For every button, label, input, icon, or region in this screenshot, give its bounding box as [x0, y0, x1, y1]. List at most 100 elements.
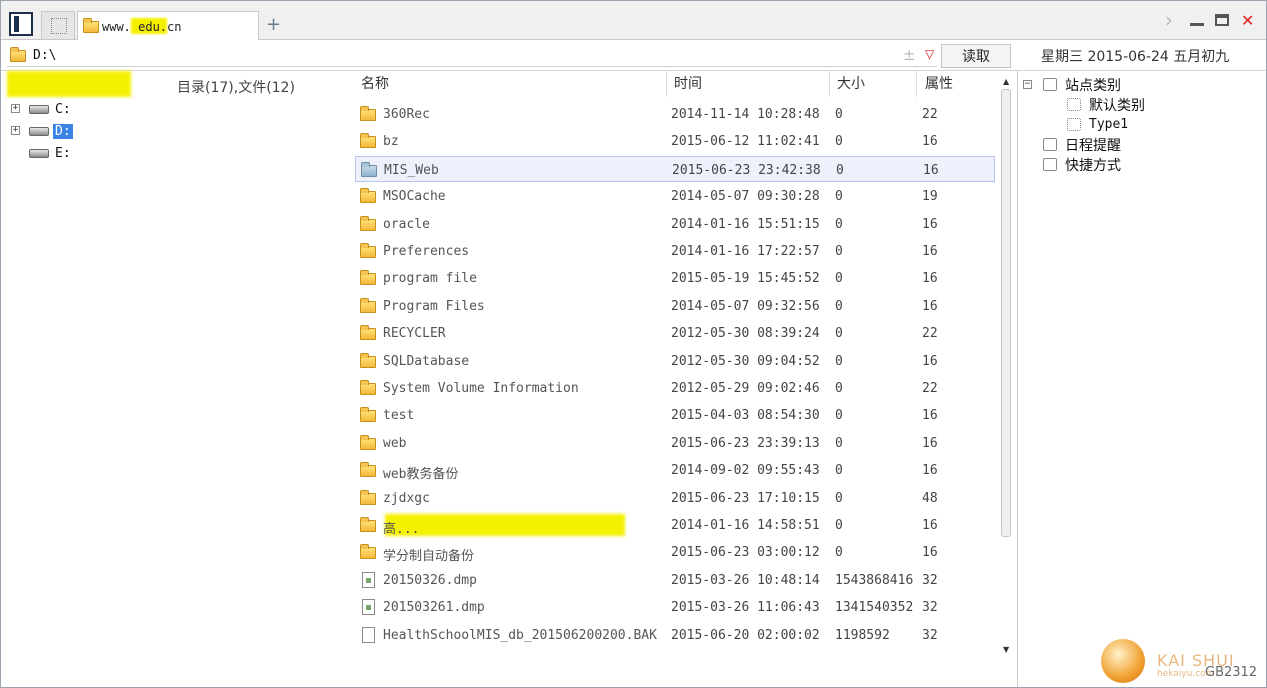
file-icon [362, 571, 375, 588]
maximize-icon[interactable] [1215, 14, 1229, 26]
scroll-down-icon[interactable]: ▼ [1003, 645, 1009, 654]
file-name: 学分制自动备份 [383, 549, 475, 565]
column-divider[interactable] [829, 71, 830, 97]
table-row[interactable]: 201503261.dmp 2015-03-26 11:06:43 13415403… [355, 594, 995, 620]
file-attr: 16 [922, 298, 938, 314]
address-input[interactable]: D:\ ± ▽ [7, 44, 937, 67]
table-row[interactable]: test 2015-04-03 08:54:30 0 16 [355, 402, 995, 428]
blank-tab-icon [51, 18, 67, 34]
table-row[interactable]: MIS_Web 2015-06-23 23:42:38 0 16 [355, 155, 995, 182]
file-attr: 32 [922, 572, 938, 588]
file-attr: 19 [922, 189, 938, 205]
file-size: 1543868416 [835, 572, 914, 588]
blank-tab[interactable] [41, 11, 75, 39]
file-name: HealthSchoolMIS_db_201506200200.BAK [383, 627, 657, 643]
file-time: 2012-05-30 08:39:24 [671, 326, 820, 342]
minimize-icon[interactable] [1190, 23, 1204, 26]
folder-icon [360, 544, 376, 560]
file-name: web教务备份 [383, 467, 459, 483]
file-name: bz [383, 134, 399, 150]
file-attr: 16 [922, 435, 938, 451]
tree-expander[interactable]: + [11, 104, 20, 113]
file-list-scrollbar[interactable]: ▲ ▼ [999, 71, 1015, 661]
table-row[interactable]: Preferences 2014-01-16 17:22:57 0 16 [355, 238, 995, 264]
plus-minus-icon[interactable]: ± [903, 46, 916, 64]
tree-item-type1[interactable]: Type1 [1089, 117, 1128, 132]
file-attr: 16 [922, 463, 938, 479]
column-header-size[interactable]: 大小 [837, 71, 865, 97]
drive-item[interactable]: E: [9, 145, 129, 163]
tree-item-reminder[interactable]: 日程提醒 [1065, 135, 1121, 155]
file-size: 0 [835, 271, 843, 287]
panel-toggle-button[interactable] [9, 12, 33, 36]
file-size: 0 [835, 244, 843, 259]
folder-icon [360, 188, 376, 204]
file-attr: 22 [922, 326, 938, 342]
category-icon [1043, 78, 1057, 91]
table-row[interactable]: zjdxgc 2015-06-23 17:10:15 0 48 [355, 485, 995, 511]
file-name: test [383, 408, 415, 424]
scroll-thumb[interactable] [1001, 89, 1011, 537]
file-attr: 16 [922, 353, 938, 369]
address-bar: D:\ ± ▽ 读取 星期三 2015-06-24 五月初九 [1, 40, 1266, 71]
table-row[interactable]: 360Rec 2014-11-14 10:28:48 0 22 [355, 101, 995, 127]
scroll-up-icon[interactable]: ▲ [1003, 77, 1009, 86]
table-row[interactable]: System Volume Information 2012-05-29 09:0… [355, 375, 995, 401]
tree-item-default[interactable]: 默认类别 [1089, 95, 1145, 115]
file-time: 2014-01-16 17:22:57 [671, 244, 820, 259]
column-divider[interactable] [666, 71, 667, 97]
folder-icon [10, 47, 26, 62]
file-size: 0 [835, 107, 843, 122]
tree-item-site-category[interactable]: 站点类别 [1065, 75, 1121, 95]
file-attr: 16 [922, 216, 938, 232]
new-tab-button[interactable]: + [266, 15, 281, 35]
column-header-name[interactable]: 名称 [361, 71, 389, 97]
tab-bar: www. edu.cn + › ✕ [1, 1, 1266, 40]
date-display: 星期三 2015-06-24 五月初九 [1041, 49, 1230, 65]
drive-panel: 目录(17),文件(12) + C: + D: E: [1, 71, 353, 687]
tree-expander[interactable]: + [11, 126, 20, 135]
column-divider[interactable] [916, 71, 917, 97]
table-row[interactable]: MSOCache 2014-05-07 09:30:28 0 19 [355, 183, 995, 209]
file-time: 2014-05-07 09:32:56 [671, 298, 820, 314]
folder-icon [360, 133, 376, 149]
table-row[interactable]: SQLDatabase 2012-05-30 09:04:52 0 16 [355, 348, 995, 374]
file-size: 0 [835, 408, 843, 424]
file-time: 2015-06-20 02:00:02 [671, 627, 820, 643]
file-size: 0 [835, 189, 843, 205]
table-row[interactable]: 高... 2014-01-16 14:58:51 0 16 [355, 512, 995, 538]
table-row[interactable]: HealthSchoolMIS_db_201506200200.BAK 2015-… [355, 622, 995, 648]
drive-item[interactable]: + C: [9, 101, 129, 119]
table-row[interactable]: program file 2015-05-19 15:45:52 0 16 [355, 265, 995, 291]
file-attr: 16 [922, 134, 938, 150]
column-header-time[interactable]: 时间 [674, 71, 702, 97]
file-size: 0 [835, 545, 843, 561]
table-row[interactable]: 学分制自动备份 2015-06-23 03:00:12 0 16 [355, 539, 995, 565]
tab-active[interactable]: www. edu.cn [77, 11, 259, 40]
table-row[interactable]: oracle 2014-01-16 15:51:15 0 16 [355, 211, 995, 237]
table-row[interactable]: 20150326.dmp 2015-03-26 10:48:14 154386841… [355, 567, 995, 593]
folder-icon [360, 489, 376, 505]
table-row[interactable]: bz 2015-06-12 11:02:41 0 16 [355, 128, 995, 154]
column-header-attr[interactable]: 属性 [925, 71, 953, 97]
file-icon [362, 599, 375, 616]
drive-item[interactable]: + D: [9, 123, 129, 141]
panel-divider[interactable] [1017, 71, 1018, 687]
file-attr: 32 [922, 600, 938, 616]
forward-chevron-icon[interactable]: › [1165, 10, 1173, 30]
table-row[interactable]: web教务备份 2014-09-02 09:55:43 0 16 [355, 457, 995, 483]
close-icon[interactable]: ✕ [1241, 12, 1254, 30]
file-time: 2015-06-23 23:42:38 [672, 162, 821, 178]
table-row[interactable]: Program Files 2014-05-07 09:32:56 0 16 [355, 293, 995, 319]
tree-item-shortcut[interactable]: 快捷方式 [1065, 155, 1121, 175]
category-icon [1067, 118, 1081, 131]
folder-icon [360, 243, 376, 258]
file-attr: 16 [923, 162, 939, 178]
table-row[interactable]: RECYCLER 2012-05-30 08:39:24 0 22 [355, 320, 995, 346]
tree-expander[interactable]: − [1023, 80, 1032, 89]
table-row[interactable]: web 2015-06-23 23:39:13 0 16 [355, 430, 995, 456]
file-attr: 22 [922, 107, 938, 122]
file-name: Preferences [383, 244, 470, 259]
read-button[interactable]: 读取 [941, 44, 1011, 68]
dropdown-icon[interactable]: ▽ [925, 47, 934, 61]
